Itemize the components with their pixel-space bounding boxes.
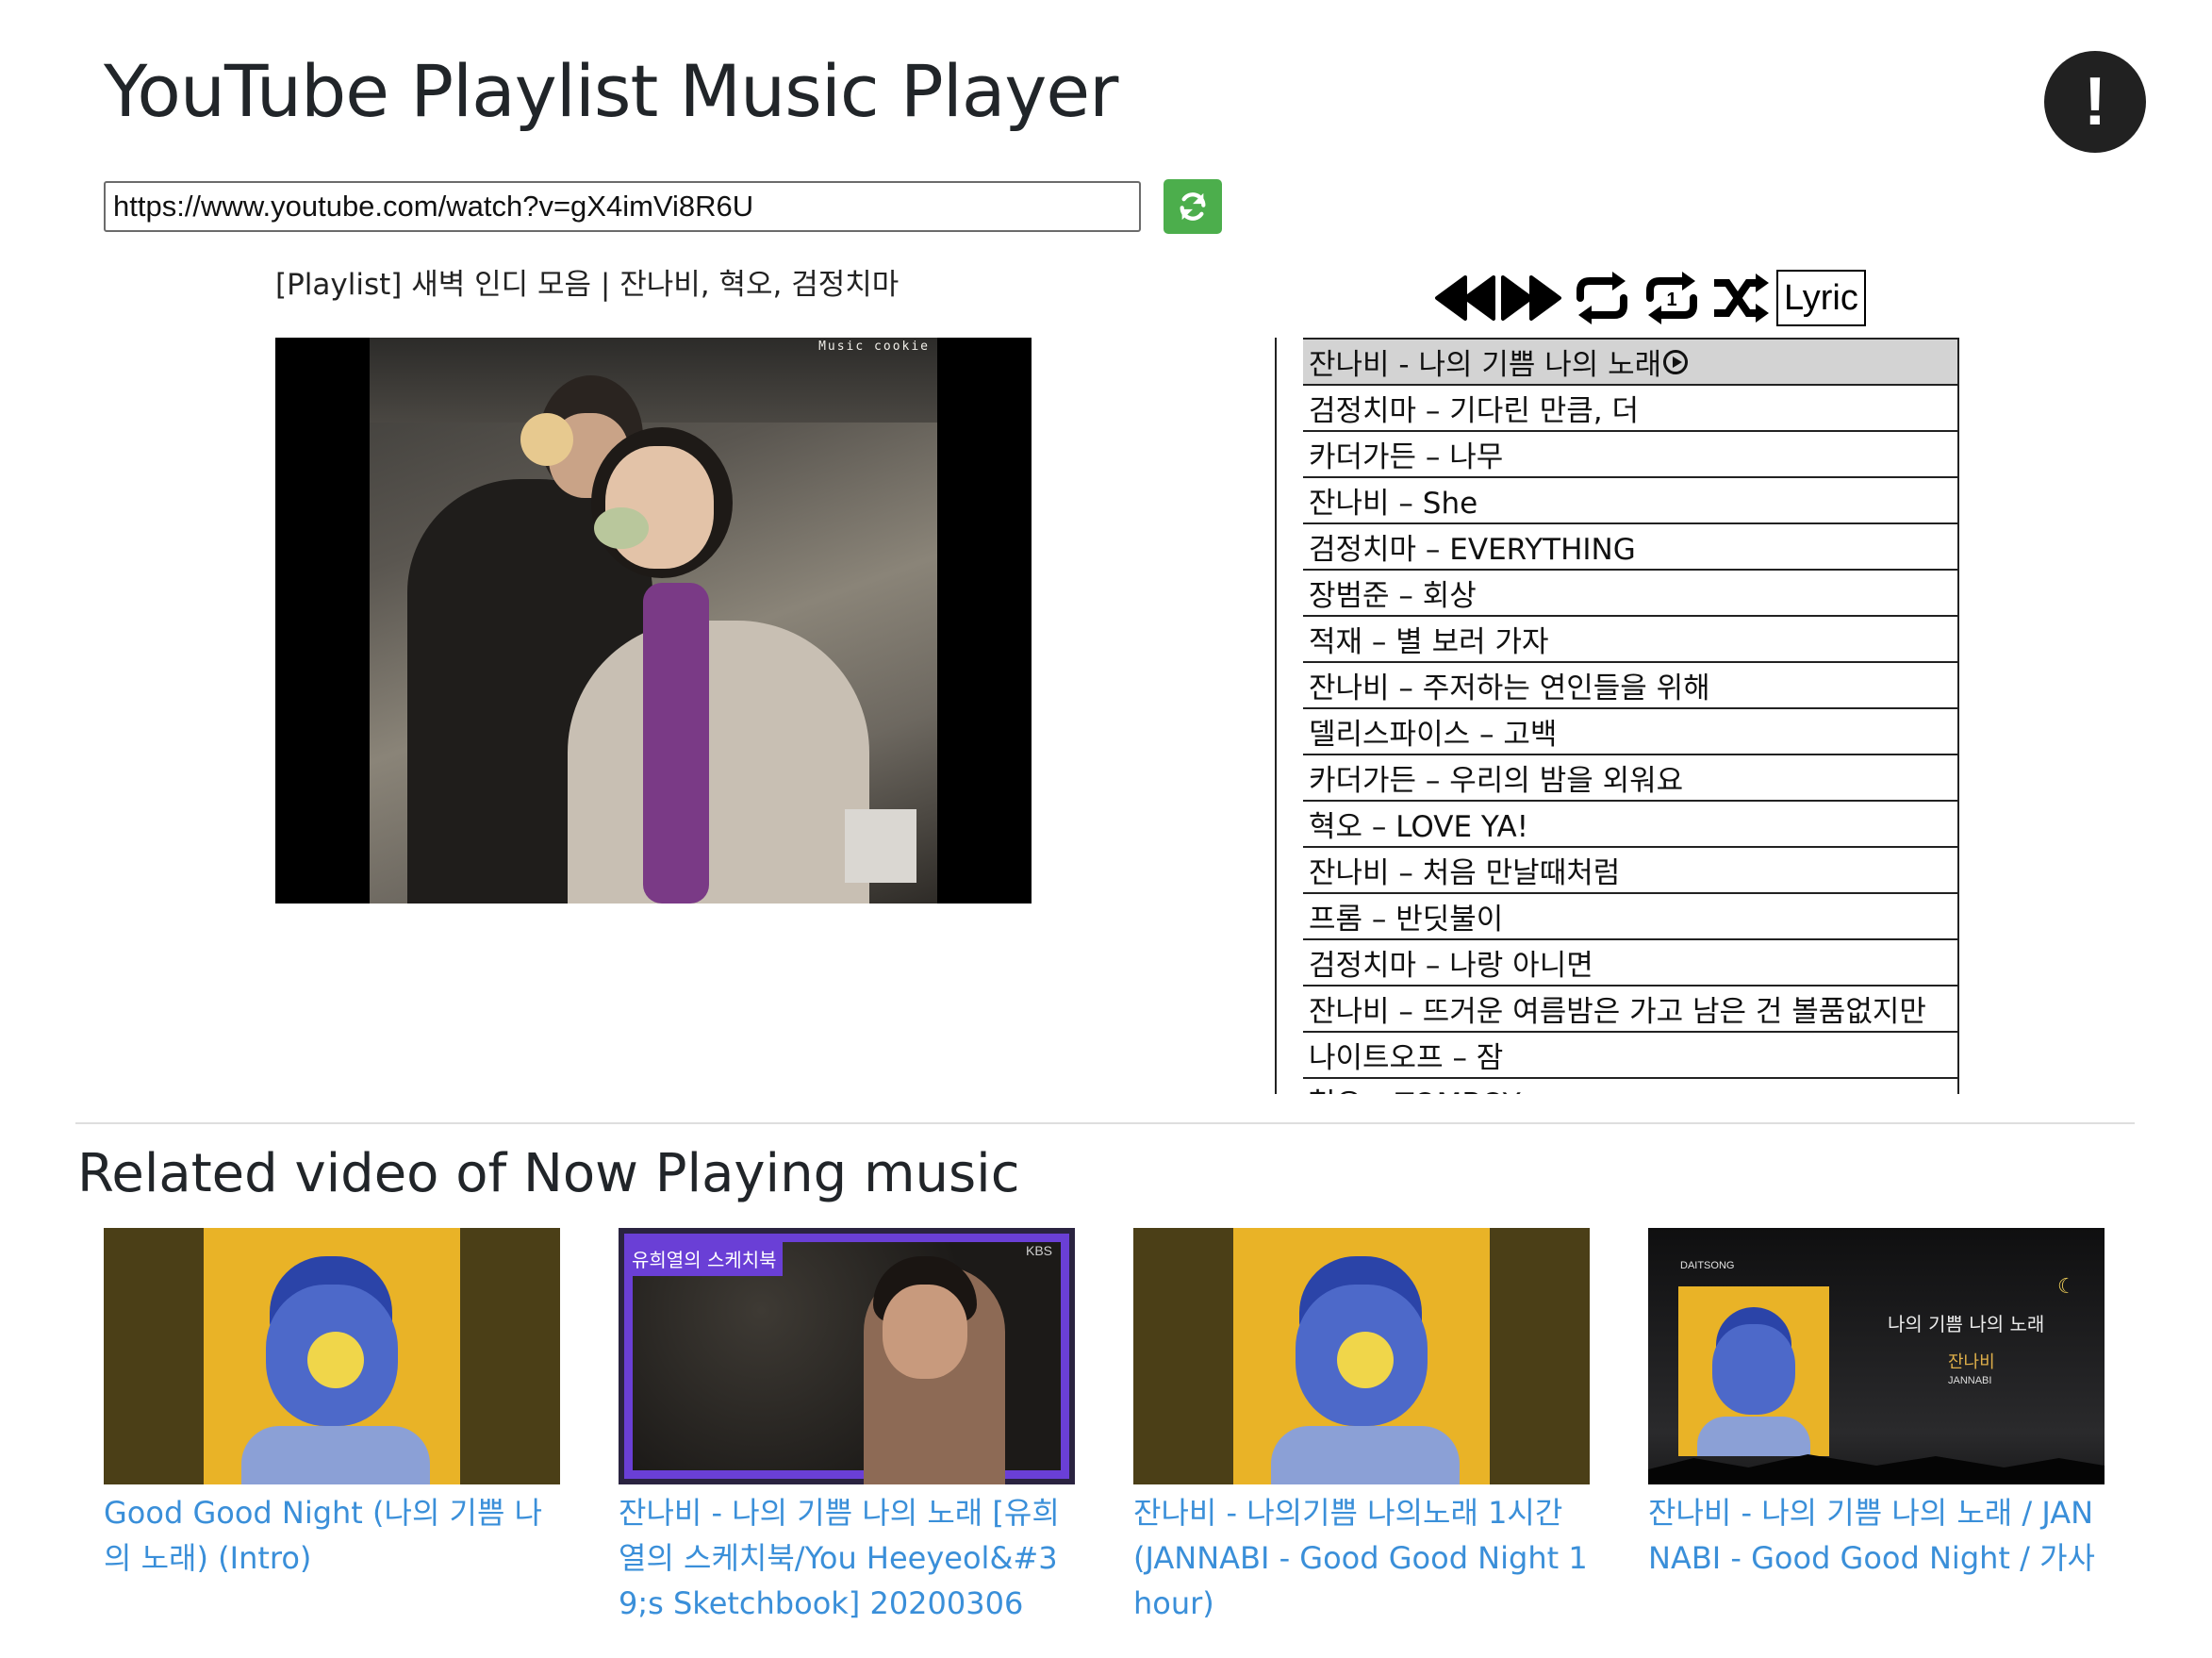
playlist-item[interactable]: 검정치마 – 기다린 만큼, 더: [1303, 386, 1957, 432]
overlay-artist-en: JANNABI: [1948, 1375, 1992, 1386]
section-divider: [75, 1122, 2135, 1124]
playlist-item[interactable]: 혁오 – LOVE YA!: [1303, 802, 1957, 848]
repeat-one-icon: 1: [1646, 272, 1697, 324]
daitsong-channel-label: DAITSONG: [1680, 1260, 1735, 1271]
overlay-artist: 잔나비: [1948, 1352, 1995, 1372]
related-video-card: 유희열의 스케치북 KBS 잔나비 - 나의 기쁨 나의 노래 [유희열의 스케…: [619, 1228, 1075, 1626]
related-video-thumbnail[interactable]: 유희열의 스케치북 KBS: [619, 1228, 1075, 1484]
playlist-item-label: 나이트오프 – 잠: [1309, 1041, 1504, 1075]
playlist-item[interactable]: 검정치마 – EVERYTHING: [1303, 524, 1957, 571]
player-controls: 1 Lyric: [1433, 268, 1866, 328]
related-video-card: Good Good Night (나의 기쁨 나의 노래) (Intro): [104, 1228, 560, 1581]
video-frame-image: Music cookie: [370, 338, 937, 904]
video-player[interactable]: Music cookie: [275, 338, 1032, 904]
url-input[interactable]: [104, 181, 1141, 232]
shuffle-icon: [1714, 274, 1769, 323]
playlist-panel[interactable]: 잔나비 - 나의 기쁨 나의 노래검정치마 – 기다린 만큼, 더카더가든 – …: [1275, 338, 1959, 1094]
playlist-item-label: 검정치마 – 나랑 아니면: [1309, 949, 1593, 983]
related-video-thumbnail[interactable]: [1133, 1228, 1590, 1484]
playlist-item[interactable]: 잔나비 – 뜨거운 여름밤은 가고 남은 건 볼품없지만: [1303, 987, 1957, 1033]
page-title: YouTube Playlist Music Player: [104, 49, 1118, 133]
related-heading: Related video of Now Playing music: [77, 1143, 1020, 1204]
related-video-card: DAITSONG ☾ 나의 기쁨 나의 노래 잔나비 JANNABI 잔나비 -…: [1648, 1228, 2105, 1581]
playlist-item[interactable]: 나이트오프 – 잠: [1303, 1033, 1957, 1079]
playlist-item-label: 델리스파이스 – 고백: [1309, 718, 1558, 752]
playlist-item[interactable]: 델리스파이스 – 고백: [1303, 709, 1957, 755]
overlay-song-title: 나의 기쁨 나의 노래: [1888, 1313, 2045, 1335]
related-video-card: 잔나비 - 나의기쁨 나의노래 1시간 (JANNABI - Good Good…: [1133, 1228, 1590, 1626]
playlist-item-label: 카더가든 – 나무: [1309, 440, 1504, 474]
backward-icon: [1435, 275, 1495, 321]
repeat-button[interactable]: [1571, 270, 1633, 326]
playlist-item[interactable]: 검정치마 – 나랑 아니면: [1303, 940, 1957, 987]
playlist-item[interactable]: 장범준 – 회상: [1303, 571, 1957, 617]
playlist-item[interactable]: 카더가든 – 우리의 밤을 외워요: [1303, 755, 1957, 802]
playlist-item[interactable]: 잔나비 – 처음 만날때처럼: [1303, 848, 1957, 894]
alert-icon[interactable]: !: [2044, 51, 2146, 153]
related-video-title[interactable]: Good Good Night (나의 기쁨 나의 노래) (Intro): [104, 1490, 560, 1581]
playlist-item[interactable]: 혁오 – TOMBOY: [1303, 1079, 1957, 1094]
playlist-item-label: 잔나비 – 처음 만날때처럼: [1309, 856, 1621, 890]
playlist-item-label: 잔나비 - 나의 기쁨 나의 노래: [1309, 348, 1662, 382]
previous-button[interactable]: [1433, 272, 1497, 324]
playlist-item[interactable]: 카더가든 – 나무: [1303, 432, 1957, 478]
related-video-title[interactable]: 잔나비 - 나의 기쁨 나의 노래 / JANNABI - Good Good …: [1648, 1490, 2105, 1581]
playlist-item-label: 잔나비 – 주저하는 연인들을 위해: [1309, 671, 1710, 705]
playlist-item[interactable]: 적재 – 별 보러 가자: [1303, 617, 1957, 663]
playlist-item-label: 검정치마 – 기다린 만큼, 더: [1309, 394, 1639, 428]
playlist-item[interactable]: 잔나비 – She: [1303, 478, 1957, 524]
svg-text:1: 1: [1666, 290, 1676, 310]
playlist-item[interactable]: 프롬 – 반딧불이: [1303, 894, 1957, 940]
playlist-item-label: 잔나비 – She: [1309, 487, 1478, 521]
playlist-item-label: 장범준 – 회상: [1309, 579, 1477, 613]
playlist-item-label: 프롬 – 반딧불이: [1309, 903, 1504, 937]
playlist-item-label: 잔나비 – 뜨거운 여름밤은 가고 남은 건 볼품없지만: [1309, 995, 1926, 1029]
next-button[interactable]: [1499, 272, 1563, 324]
playlist-item[interactable]: 잔나비 - 나의 기쁨 나의 노래: [1303, 338, 1957, 386]
video-watermark: Music cookie: [818, 340, 930, 354]
sketchbook-logo: 유희열의 스케치북: [626, 1241, 783, 1276]
playlist-item-label: 혁오 – LOVE YA!: [1309, 810, 1529, 844]
playlist-item[interactable]: 잔나비 – 주저하는 연인들을 위해: [1303, 663, 1957, 709]
playlist-title: [Playlist] 새벽 인디 모음 | 잔나비, 혁오, 검정치마: [275, 268, 900, 302]
kbs-tag: KBS: [1025, 1243, 1052, 1258]
now-playing-icon: [1663, 349, 1689, 374]
forward-icon: [1501, 275, 1561, 321]
moon-icon: ☾: [2057, 1275, 2076, 1299]
playlist-item-label: 검정치마 – EVERYTHING: [1309, 533, 1636, 567]
repeat-one-button[interactable]: 1: [1641, 270, 1703, 326]
shuffle-button[interactable]: [1710, 270, 1773, 326]
playlist-item-label: 적재 – 별 보러 가자: [1309, 625, 1549, 659]
related-video-title[interactable]: 잔나비 - 나의기쁨 나의노래 1시간 (JANNABI - Good Good…: [1133, 1490, 1590, 1626]
lyric-button[interactable]: Lyric: [1776, 270, 1866, 326]
repeat-icon: [1576, 272, 1627, 324]
playlist-item-label: 카더가든 – 우리의 밤을 외워요: [1309, 764, 1684, 798]
related-video-thumbnail[interactable]: DAITSONG ☾ 나의 기쁨 나의 노래 잔나비 JANNABI: [1648, 1228, 2105, 1484]
related-video-thumbnail[interactable]: [104, 1228, 560, 1484]
playlist-item-label: 혁오 – TOMBOY: [1309, 1080, 1521, 1094]
playlist: 잔나비 - 나의 기쁨 나의 노래검정치마 – 기다린 만큼, 더카더가든 – …: [1303, 338, 1957, 1094]
refresh-button[interactable]: [1164, 179, 1222, 234]
related-video-title[interactable]: 잔나비 - 나의 기쁨 나의 노래 [유희열의 스케치북/You Heeyeol…: [619, 1490, 1075, 1626]
refresh-icon: [1180, 192, 1206, 221]
